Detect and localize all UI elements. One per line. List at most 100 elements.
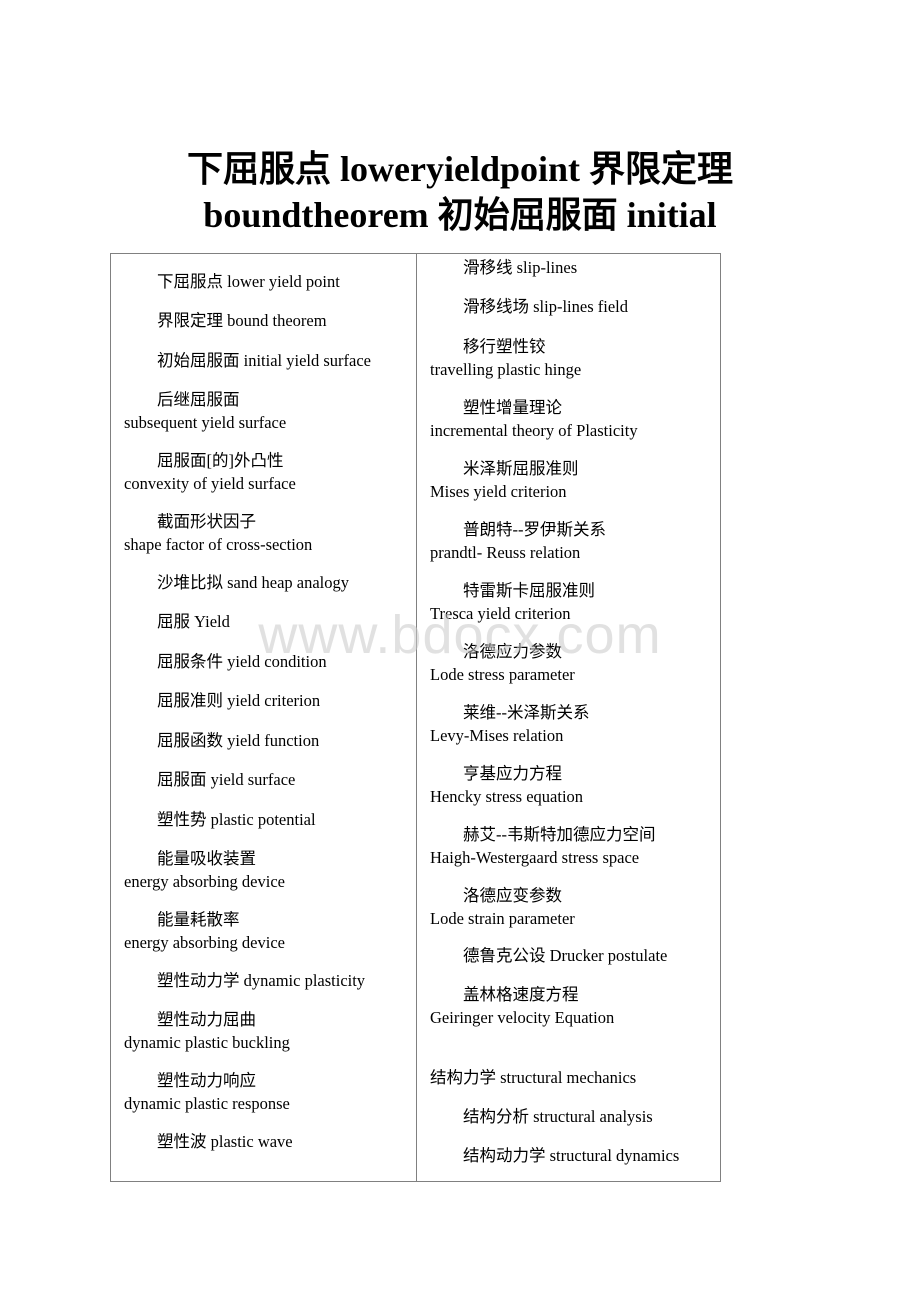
term-chinese: 米泽斯屈服准则 xyxy=(463,459,579,478)
term-english: Mises yield criterion xyxy=(430,482,567,501)
document-title: 下屈服点 loweryieldpoint 界限定理 boundtheorem 初… xyxy=(0,146,920,238)
glossary-entry: 赫艾--韦斯特加德应力空间 Haigh-Westergaard stress sp… xyxy=(430,823,656,869)
term-english: yield surface xyxy=(210,770,296,789)
term-english: plastic potential xyxy=(210,810,316,829)
term-chinese: 盖林格速度方程 xyxy=(463,985,579,1004)
term-chinese: 特雷斯卡屈服准则 xyxy=(463,581,595,600)
glossary-entry: 截面形状因子 shape factor of cross-section xyxy=(124,510,312,556)
term-chinese: 屈服条件 xyxy=(157,652,223,671)
term-english: sand heap analogy xyxy=(227,573,349,592)
glossary-entry: 沙堆比拟 sand heap analogy xyxy=(124,571,349,594)
glossary-table: 下屈服点 lower yield point 界限定理 bound theorem… xyxy=(110,253,721,1182)
glossary-entry: 普朗特--罗伊斯关系 prandtl- Reuss relation xyxy=(430,518,606,564)
term-english: Lode stress parameter xyxy=(430,665,575,684)
term-english: energy absorbing device xyxy=(124,933,285,952)
glossary-entry: 滑移线 slip-lines xyxy=(430,256,577,279)
title-line-1: 下屈服点 loweryieldpoint 界限定理 xyxy=(187,149,733,189)
glossary-entry: 莱维--米泽斯关系 Levy-Mises relation xyxy=(430,701,590,747)
term-chinese: 莱维--米泽斯关系 xyxy=(463,703,590,722)
term-english: slip-lines xyxy=(516,258,578,277)
term-english: yield condition xyxy=(227,652,327,671)
glossary-entry: 结构动力学 structural dynamics xyxy=(430,1144,679,1167)
term-chinese: 滑移线场 xyxy=(463,297,529,316)
term-english: yield criterion xyxy=(227,691,321,710)
term-chinese: 移行塑性铰 xyxy=(463,337,546,356)
glossary-entry: 屈服条件 yield condition xyxy=(124,650,327,673)
term-english: Yield xyxy=(194,612,230,631)
term-chinese: 塑性增量理论 xyxy=(463,398,562,417)
glossary-entry: 塑性势 plastic potential xyxy=(124,808,316,831)
term-chinese: 德鲁克公设 xyxy=(463,946,546,965)
term-english: prandtl- Reuss relation xyxy=(430,543,581,562)
glossary-entry: 能量耗散率 energy absorbing device xyxy=(124,908,285,954)
term-english: dynamic plasticity xyxy=(243,971,366,990)
term-chinese: 初始屈服面 xyxy=(157,351,240,370)
glossary-entry: 特雷斯卡屈服准则 Tresca yield criterion xyxy=(430,579,595,625)
term-chinese: 屈服面[的]外凸性 xyxy=(157,451,284,470)
glossary-entry: 塑性波 plastic wave xyxy=(124,1130,293,1153)
term-chinese: 界限定理 xyxy=(157,311,223,330)
glossary-entry: 塑性动力学 dynamic plasticity xyxy=(124,969,365,992)
term-chinese: 塑性动力屈曲 xyxy=(157,1010,256,1029)
term-chinese: 屈服准则 xyxy=(157,691,223,710)
term-chinese: 结构动力学 xyxy=(463,1146,546,1165)
glossary-entry: 塑性增量理论 incremental theory of Plasticity xyxy=(430,396,638,442)
glossary-entry: 屈服 Yield xyxy=(124,610,230,633)
glossary-entry: 结构分析 structural analysis xyxy=(430,1105,653,1128)
glossary-entry: 下屈服点 lower yield point xyxy=(124,270,340,293)
glossary-entry: 界限定理 bound theorem xyxy=(124,309,327,332)
glossary-entry: 滑移线场 slip-lines field xyxy=(430,295,628,318)
glossary-entry: 洛德应力参数 Lode stress parameter xyxy=(430,640,575,686)
glossary-entry: 能量吸收装置 energy absorbing device xyxy=(124,847,285,893)
term-chinese: 沙堆比拟 xyxy=(157,573,223,592)
term-english: plastic wave xyxy=(210,1132,293,1151)
term-english: Lode strain parameter xyxy=(430,909,575,928)
term-english: incremental theory of Plasticity xyxy=(430,421,638,440)
glossary-entry: 初始屈服面 initial yield surface xyxy=(124,349,371,372)
term-english: dynamic plastic buckling xyxy=(124,1033,290,1052)
term-english: structural analysis xyxy=(533,1107,653,1126)
term-chinese: 下屈服点 xyxy=(157,272,223,291)
glossary-entry: 德鲁克公设 Drucker postulate xyxy=(430,944,667,967)
term-english: Tresca yield criterion xyxy=(430,604,571,623)
term-english: Levy-Mises relation xyxy=(430,726,564,745)
glossary-entry: 屈服函数 yield function xyxy=(124,729,319,752)
term-chinese: 赫艾--韦斯特加德应力空间 xyxy=(463,825,656,844)
term-chinese: 截面形状因子 xyxy=(157,512,256,531)
glossary-entry: 屈服面[的]外凸性 convexity of yield surface xyxy=(124,449,296,495)
term-english: bound theorem xyxy=(227,311,327,330)
term-chinese: 后继屈服面 xyxy=(157,390,240,409)
term-chinese: 洛德应力参数 xyxy=(463,642,562,661)
term-english: yield function xyxy=(227,731,320,750)
term-english: convexity of yield surface xyxy=(124,474,296,493)
term-english: lower yield point xyxy=(227,272,340,291)
term-chinese: 亨基应力方程 xyxy=(463,764,562,783)
term-english: subsequent yield surface xyxy=(124,413,287,432)
glossary-entry: 亨基应力方程 Hencky stress equation xyxy=(430,762,583,808)
glossary-entry: 盖林格速度方程 Geiringer velocity Equation xyxy=(430,983,614,1029)
term-english: Geiringer velocity Equation xyxy=(430,1008,615,1027)
term-chinese: 普朗特--罗伊斯关系 xyxy=(463,520,606,539)
term-chinese: 塑性动力学 xyxy=(157,971,240,990)
glossary-entry: 米泽斯屈服准则 Mises yield criterion xyxy=(430,457,579,503)
glossary-entry: 塑性动力响应 dynamic plastic response xyxy=(124,1069,290,1115)
term-english: Drucker postulate xyxy=(549,946,668,965)
term-chinese: 屈服面 xyxy=(157,770,207,789)
glossary-entry: 结构力学 structural mechanics xyxy=(430,1066,636,1089)
term-chinese: 能量吸收装置 xyxy=(157,849,256,868)
glossary-entry: 屈服准则 yield criterion xyxy=(124,689,320,712)
glossary-entry: 后继屈服面 subsequent yield surface xyxy=(124,388,286,434)
title-line-2: boundtheorem 初始屈服面 initial xyxy=(203,195,717,235)
term-english: Hencky stress equation xyxy=(430,787,584,806)
term-chinese: 屈服函数 xyxy=(157,731,223,750)
term-chinese: 洛德应变参数 xyxy=(463,886,562,905)
term-english: dynamic plastic response xyxy=(124,1094,290,1113)
term-chinese: 结构分析 xyxy=(463,1107,529,1126)
column-divider xyxy=(416,254,417,1181)
term-english: structural dynamics xyxy=(549,1146,680,1165)
glossary-entry: 塑性动力屈曲 dynamic plastic buckling xyxy=(124,1008,290,1054)
glossary-entry: 移行塑性铰 travelling plastic hinge xyxy=(430,335,581,381)
term-english: slip-lines field xyxy=(533,297,628,316)
term-english: shape factor of cross-section xyxy=(124,535,313,554)
term-english: initial yield surface xyxy=(243,351,371,370)
